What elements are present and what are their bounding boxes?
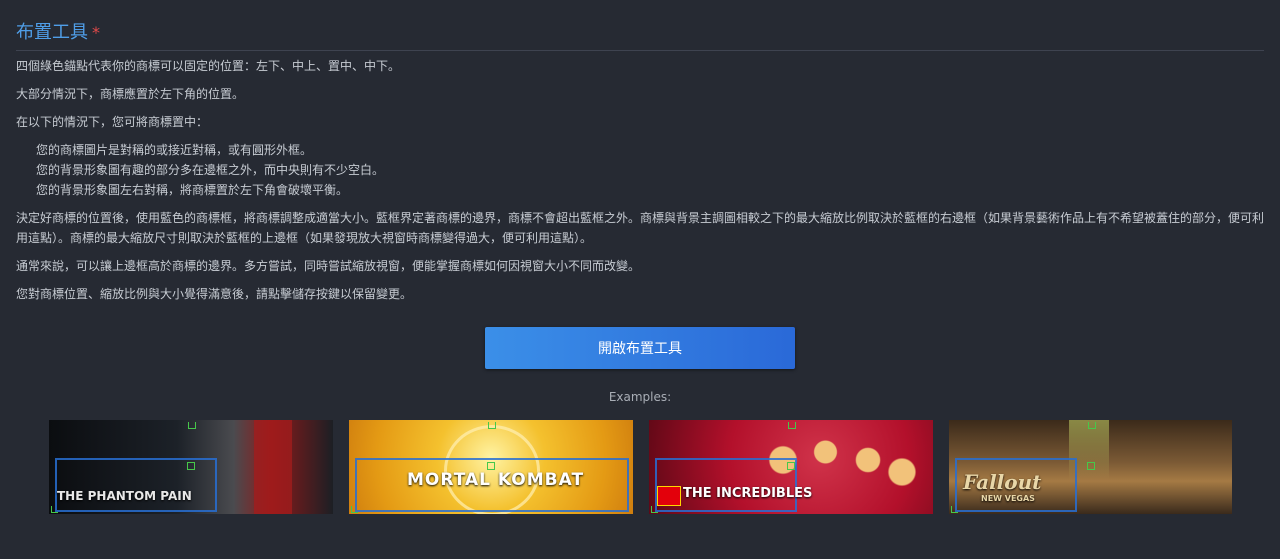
v-logo-art [254, 420, 292, 514]
example-thumbnail-lego-incredibles: THE INCREDIBLES [649, 420, 933, 514]
list-item: 您的背景形象圖左右對稱，將商標置於左下角會破壞平衡。 [36, 183, 349, 197]
open-layout-tool-button[interactable]: 開啟布置工具 [485, 327, 795, 369]
required-mark: * [92, 23, 100, 42]
examples-label: Examples: [608, 390, 672, 404]
paragraph-anchors: 四個綠色錨點代表你的商標可以固定的位置：左下、中上、置中、中下。 [16, 59, 401, 73]
paragraph-default: 大部分情況下，商標應置於左下角的位置。 [16, 87, 245, 101]
anchor-icon [187, 462, 195, 470]
lego-logo-icon [657, 486, 681, 506]
example-thumbnail-mortal-kombat: MORTAL KOMBAT [349, 420, 633, 514]
logo-text: THE PHANTOM PAIN [57, 489, 192, 503]
instructions: 四個綠色錨點代表你的商標可以固定的位置：左下、中上、置中、中下。 大部分情況下，… [16, 56, 1264, 312]
anchor-icon [788, 422, 796, 429]
anchor-icon [1087, 462, 1095, 470]
list-item: 您的背景形象圖有趣的部分多在邊框之外，而中央則有不少空白。 [36, 163, 385, 177]
example-thumbnail-phantom-pain: THE PHANTOM PAIN [49, 420, 333, 514]
list-item: 您的商標圖片是對稱的或接近對稱，或有圓形外框。 [36, 143, 313, 157]
example-thumbnail-fallout-new-vegas: Fallout NEW VEGAS [949, 420, 1232, 514]
section-header: 布置工具 * [16, 18, 1264, 51]
anchor-icon [951, 506, 958, 513]
anchor-icon [188, 422, 196, 429]
paragraph-sizing: 決定好商標的位置後，使用藍色的商標框，將商標調整成適當大小。藍框界定著商標的邊界… [16, 211, 1265, 245]
paragraph-tips: 通常來說，可以讓上邊框高於商標的邊界。多方嘗試，同時嘗試縮放視窗，便能掌握商標如… [16, 259, 641, 273]
logo-text: Fallout [963, 470, 1042, 494]
anchor-icon [787, 462, 795, 470]
page-title: 布置工具 [16, 22, 88, 43]
paragraph-save: 您對商標位置、縮放比例與大小覺得滿意後，請點擊儲存按鍵以保留變更。 [16, 287, 413, 301]
anchor-icon [351, 506, 358, 513]
anchor-icon [487, 462, 495, 470]
anchor-icon [51, 506, 58, 513]
layout-tool-panel: 布置工具 * 四個綠色錨點代表你的商標可以固定的位置：左下、中上、置中、中下。 大… [0, 0, 1280, 559]
paragraph-center-intro: 在以下的情況下，您可將商標置中： [16, 115, 209, 129]
center-cases-list: 您的商標圖片是對稱的或接近對稱，或有圓形外框。 您的背景形象圖有趣的部分多在邊框… [16, 140, 1264, 200]
logo-subtitle: NEW VEGAS [981, 494, 1035, 503]
logo-text: THE INCREDIBLES [683, 486, 813, 501]
anchor-icon [1088, 422, 1096, 429]
anchor-icon [488, 422, 496, 429]
logo-text: MORTAL KOMBAT [407, 470, 585, 490]
anchor-icon [651, 506, 658, 513]
